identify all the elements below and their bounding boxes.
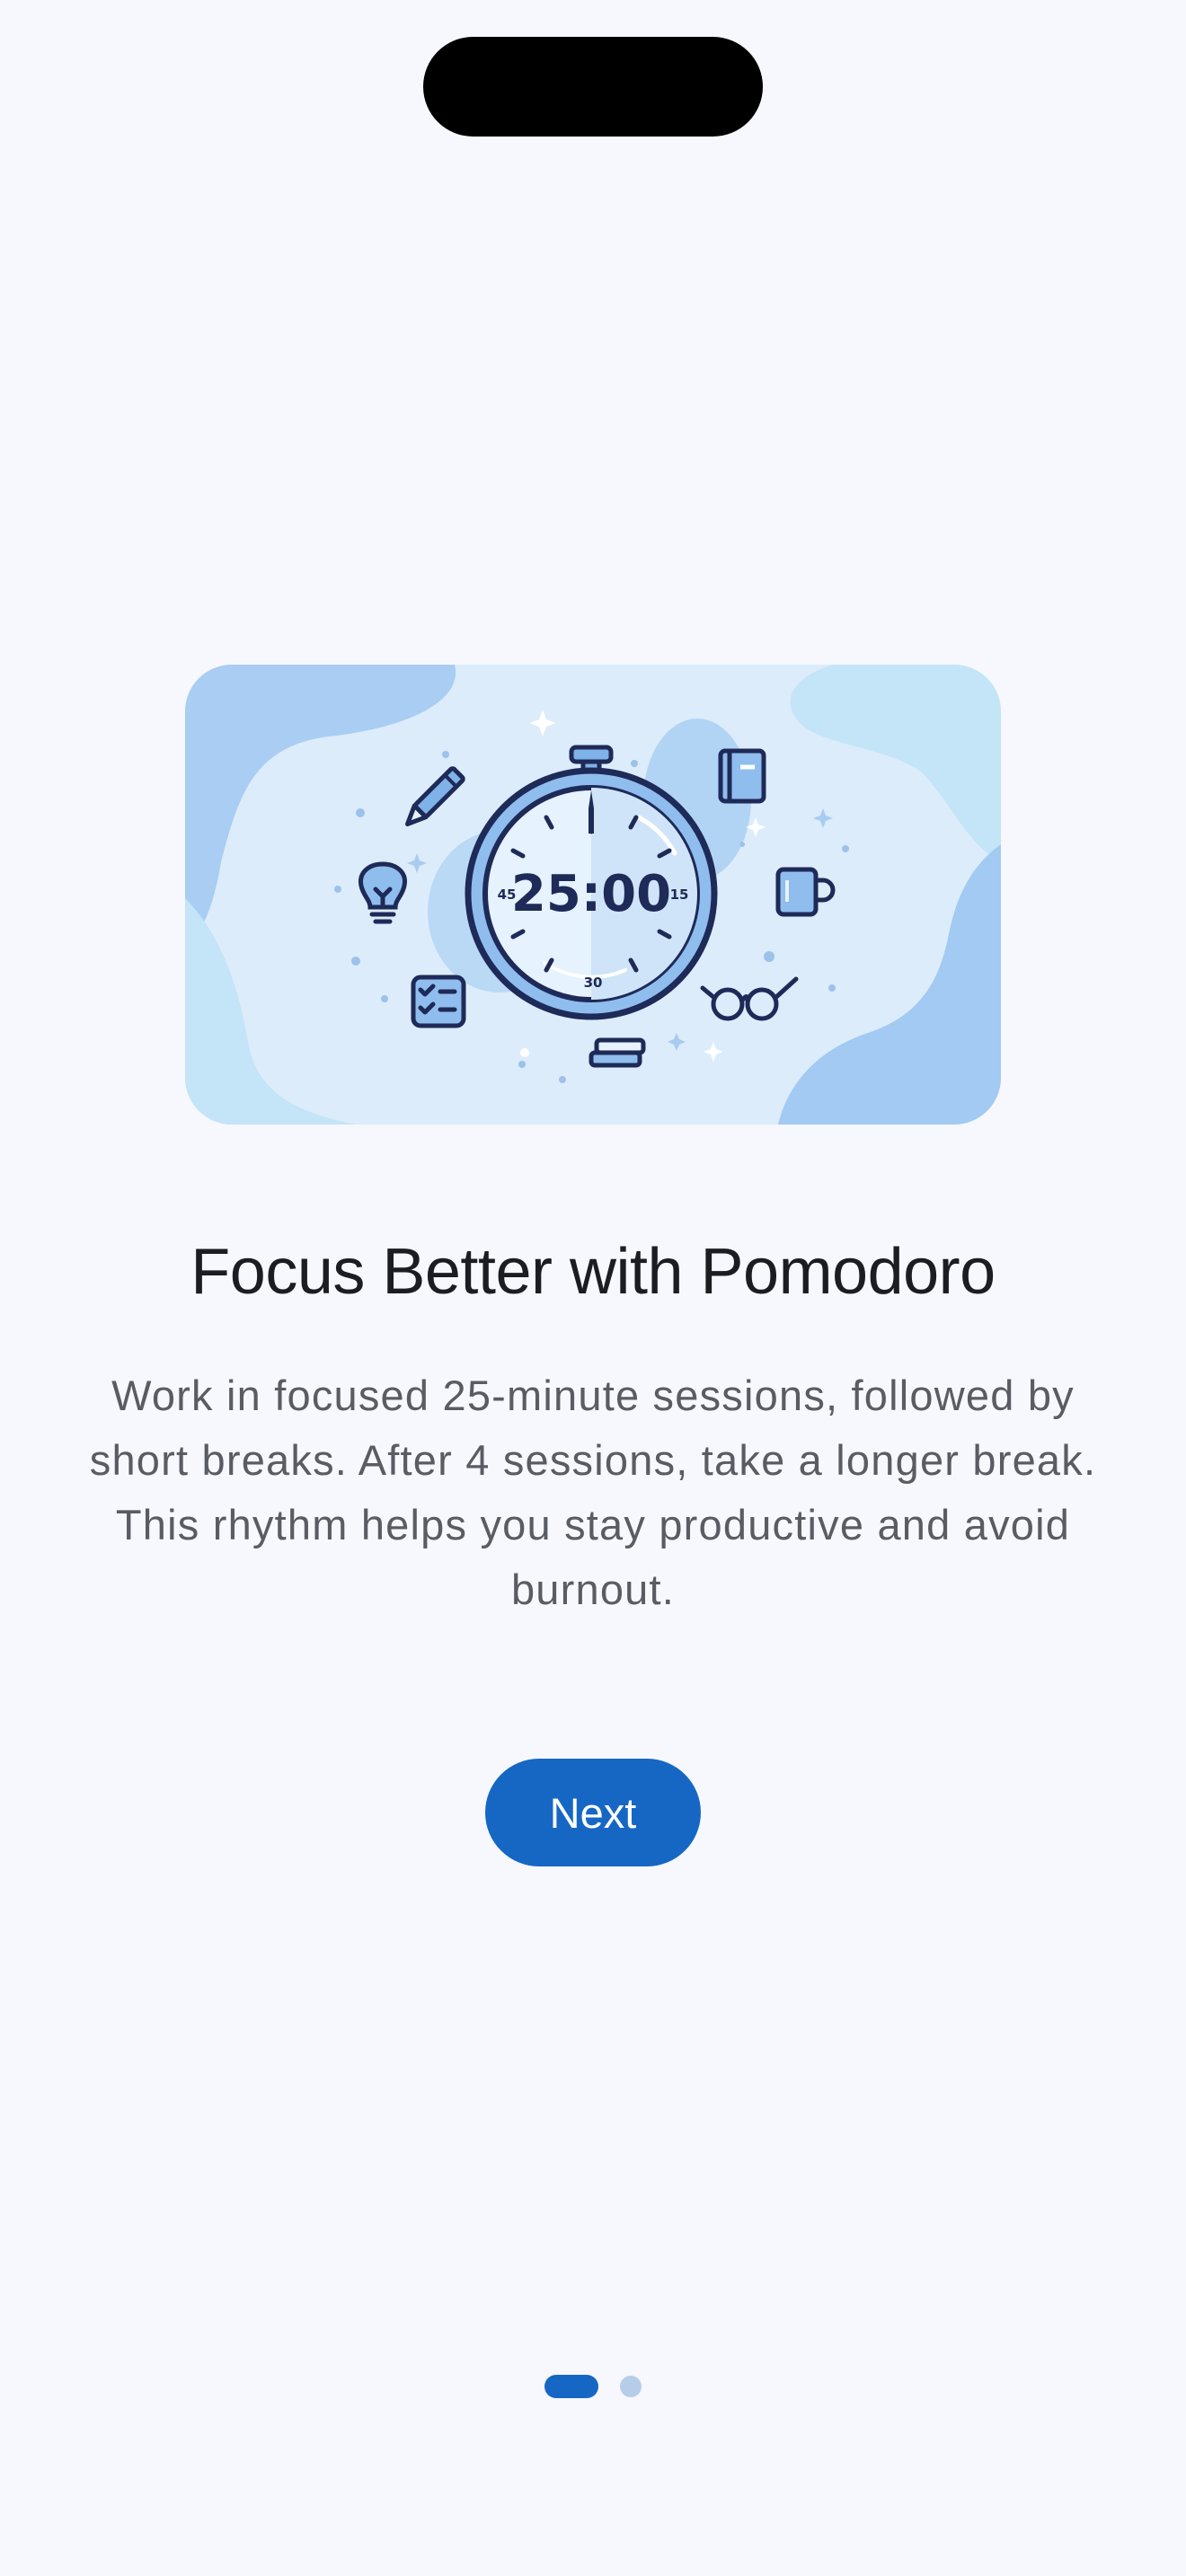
page-description: Work in focused 25-minute sessions, foll… <box>89 1372 1097 1613</box>
page-dot-active[interactable] <box>544 2375 598 2398</box>
dynamic-island <box>423 37 763 137</box>
page-indicator[interactable] <box>0 2375 1186 2398</box>
onboarding-illustration: 25:00 45 15 30 <box>185 665 1001 1125</box>
books-icon <box>589 1037 646 1068</box>
page-dot[interactable] <box>620 2376 642 2397</box>
checklist-icon <box>411 975 466 1028</box>
notebook-icon <box>718 748 766 804</box>
svg-text:25:00: 25:00 <box>511 865 671 923</box>
svg-text:45: 45 <box>498 887 517 903</box>
svg-text:15: 15 <box>670 887 689 903</box>
page-title: Focus Better with Pomodoro <box>190 1236 996 1308</box>
svg-text:30: 30 <box>584 975 603 991</box>
next-button[interactable]: Next <box>485 1759 701 1866</box>
